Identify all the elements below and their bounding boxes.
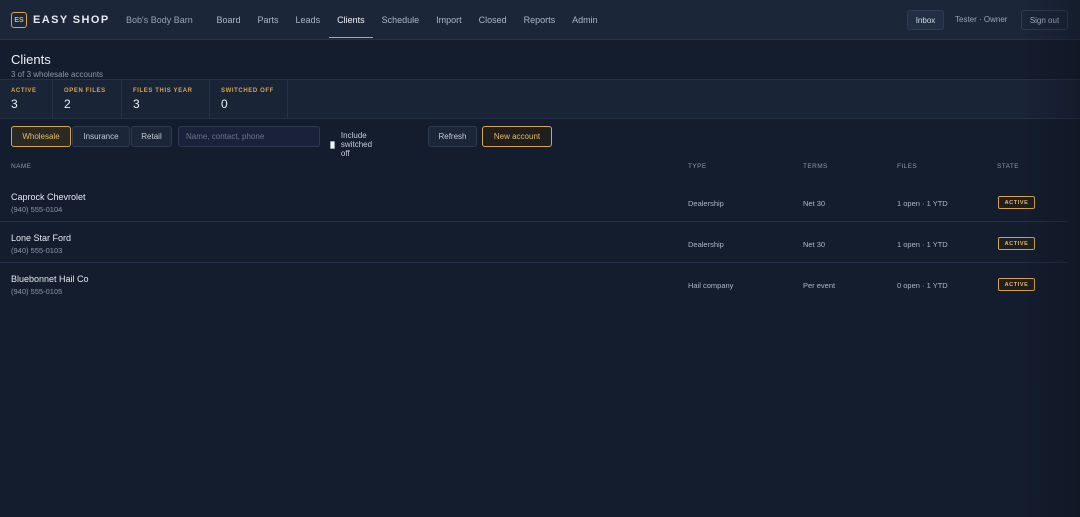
top-bar: ES EASY SHOP Bob's Body Barn Board Parts… [0,0,1080,40]
client-files: 0 open · 1 YTD [897,281,948,290]
stat-value: 3 [11,97,18,111]
stat-files-this-year: FILES THIS YEAR 3 [122,80,210,118]
status-badge: ACTIVE [998,237,1035,250]
include-switched-off-checkbox[interactable] [330,140,335,149]
table-row[interactable]: Bluebonnet Hail Co (940) 555-0105 Hail c… [0,263,1068,304]
column-header-state[interactable]: STATE [997,163,1019,170]
column-header-type[interactable]: TYPE [688,163,707,170]
page-subtitle: 3 of 3 wholesale accounts [11,70,104,79]
column-header-files[interactable]: FILES [897,163,917,170]
nav-item-board[interactable]: Board [208,0,249,40]
brand-name[interactable]: EASY SHOP [33,14,110,26]
tab-insurance[interactable]: Insurance [72,126,130,147]
column-header-name[interactable]: NAME [11,163,31,170]
nav-item-schedule[interactable]: Schedule [373,0,428,40]
client-files: 1 open · 1 YTD [897,199,948,208]
stat-value: 0 [221,97,228,111]
client-phone: (940) 555-0103 [11,246,63,255]
client-type: Hail company [688,281,734,290]
client-phone: (940) 555-0105 [11,287,63,296]
main-nav: Board Parts Leads Clients Schedule Impor… [208,0,606,40]
new-account-button[interactable]: New account [482,126,552,147]
include-switched-off-toggle[interactable]: Include switched off [330,131,375,158]
client-terms: Net 30 [803,240,826,249]
logo-icon[interactable]: ES [11,12,27,28]
stat-label: FILES THIS YEAR [133,88,193,94]
stat-label: OPEN FILES [64,88,106,94]
page-title: Clients [11,52,51,67]
client-files: 1 open · 1 YTD [897,240,948,249]
nav-item-closed[interactable]: Closed [470,0,515,40]
sign-out-button[interactable]: Sign out [1021,10,1068,30]
client-terms: Per event [803,281,836,290]
client-name[interactable]: Lone Star Ford [11,233,71,243]
client-terms: Net 30 [803,199,826,208]
status-badge: ACTIVE [998,196,1035,209]
user-label: Tester · Owner [955,15,1008,24]
client-type: Dealership [688,199,724,208]
client-name[interactable]: Caprock Chevrolet [11,192,86,202]
client-name[interactable]: Bluebonnet Hail Co [11,274,89,284]
nav-item-admin[interactable]: Admin [564,0,607,40]
stats-strip: ACTIVE 3 OPEN FILES 2 FILES THIS YEAR 3 … [0,79,1080,119]
include-switched-off-label[interactable]: Include switched off [341,131,375,158]
stat-switched-off: SWITCHED OFF 0 [210,80,288,118]
nav-item-parts[interactable]: Parts [249,0,287,40]
shop-name: Bob's Body Barn [126,15,193,25]
stat-label: SWITCHED OFF [221,88,274,94]
status-badge: ACTIVE [998,278,1035,291]
tab-wholesale[interactable]: Wholesale [11,126,71,147]
search-input[interactable] [178,126,320,147]
stat-active: ACTIVE 3 [0,80,53,118]
stat-label: ACTIVE [11,88,37,94]
nav-item-leads[interactable]: Leads [287,0,329,40]
table-header: NAME TYPE TERMS FILES STATE [0,160,1080,176]
stat-open-files: OPEN FILES 2 [53,80,122,118]
client-type: Dealership [688,240,724,249]
table-row[interactable]: Lone Star Ford (940) 555-0103 Dealership… [0,222,1068,263]
nav-item-clients[interactable]: Clients [328,0,374,40]
table-row[interactable]: Caprock Chevrolet (940) 555-0104 Dealers… [0,181,1068,222]
column-header-terms[interactable]: TERMS [803,163,828,170]
nav-item-import[interactable]: Import [428,0,471,40]
inbox-button[interactable]: Inbox [907,10,944,30]
nav-item-reports[interactable]: Reports [515,0,564,40]
refresh-button[interactable]: Refresh [428,126,477,147]
tab-retail[interactable]: Retail [131,126,172,147]
client-phone: (940) 555-0104 [11,205,63,214]
stat-value: 3 [133,97,140,111]
stat-value: 2 [64,97,71,111]
